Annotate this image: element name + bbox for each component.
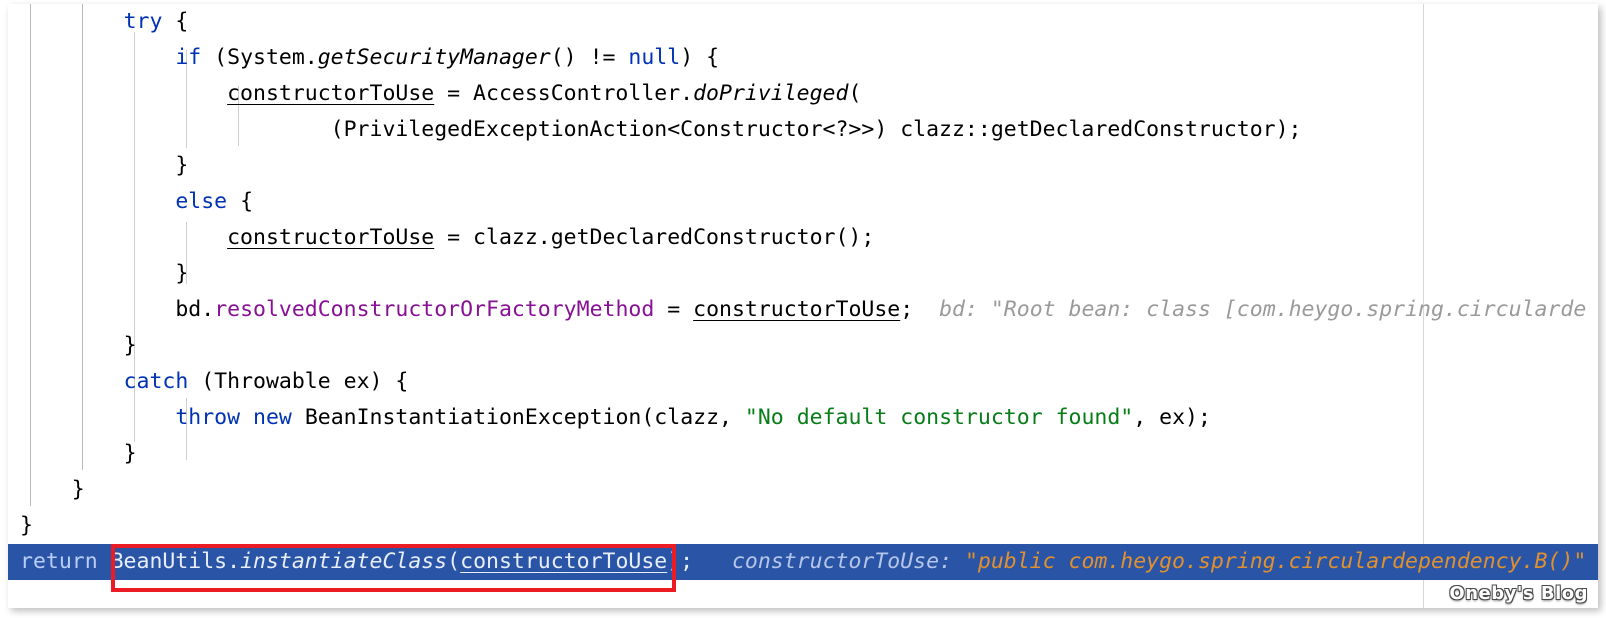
code-token: ) { (680, 45, 720, 70)
code-token: } (175, 153, 189, 178)
code-token: null (628, 45, 681, 70)
code-line[interactable]: if (System.getSecurityManager() != null)… (8, 40, 1598, 76)
code-token: resolvedConstructorOrFactoryMethod (214, 297, 655, 322)
code-line[interactable]: } (8, 256, 1598, 292)
code-line[interactable]: catch (Throwable ex) { (8, 364, 1598, 400)
code-line[interactable]: } (8, 328, 1598, 364)
code-token: constructorToUse (460, 549, 668, 574)
code-token: BeanUtils. (97, 549, 241, 574)
code-token: } (175, 261, 189, 286)
code-token: constructorToUse (227, 81, 435, 106)
code-token: ; (900, 297, 914, 322)
code-token: } (123, 333, 137, 358)
code-token: { (162, 9, 189, 34)
editor-canvas[interactable]: try { if (System.getSecurityManager() !=… (8, 4, 1598, 608)
code-token: bd: "Root bean: class [com.heygo.spring.… (913, 297, 1587, 322)
code-token: "public com.heygo.spring.circulardepende… (964, 549, 1587, 574)
code-line[interactable]: bd.resolvedConstructorOrFactoryMethod = … (8, 292, 1598, 328)
code-line[interactable]: try { (8, 4, 1598, 40)
code-token: bd. (175, 297, 215, 322)
code-token: "No default constructor found" (744, 405, 1134, 430)
code-token: = AccessController. (434, 81, 694, 106)
code-token: constructorToUse: (693, 549, 965, 574)
code-token: } (123, 441, 137, 466)
code-line[interactable]: } (8, 436, 1598, 472)
code-token: constructorToUse (227, 225, 435, 250)
code-token: ); (667, 549, 694, 574)
code-line[interactable]: } (8, 148, 1598, 184)
code-token: else (175, 189, 228, 214)
watermark-label: Oneby's Blog (1449, 583, 1588, 604)
code-token: throw (175, 405, 241, 430)
code-token: = clazz.getDeclaredConstructor(); (434, 225, 875, 250)
code-token: constructorToUse (693, 297, 901, 322)
code-token: ( (447, 549, 461, 574)
code-token: instantiateClass (240, 549, 448, 574)
code-token: } (20, 513, 33, 538)
code-token: ( (848, 81, 862, 106)
code-token: () != (550, 45, 629, 70)
code-line[interactable]: } (8, 508, 1598, 544)
code-token: return (20, 549, 98, 574)
code-token: (PrivilegedExceptionAction<Constructor<?… (330, 117, 1302, 142)
code-token: getSecurityManager (317, 45, 551, 70)
code-token: BeanInstantiationException(clazz, (291, 405, 745, 430)
code-editor-panel[interactable]: try { if (System.getSecurityManager() !=… (8, 4, 1598, 608)
code-line[interactable]: (PrivilegedExceptionAction<Constructor<?… (8, 112, 1598, 148)
code-token: doPrivileged (693, 81, 849, 106)
code-line[interactable]: } (8, 472, 1598, 508)
code-token: } (71, 477, 85, 502)
code-token: if (175, 45, 202, 70)
code-token: , ex); (1133, 405, 1211, 430)
code-token: catch (123, 369, 189, 394)
code-token: new (253, 405, 292, 430)
code-token: = (654, 297, 694, 322)
screenshot-root: try { if (System.getSecurityManager() !=… (0, 0, 1606, 618)
code-token: (Throwable ex) { (188, 369, 409, 394)
code-line[interactable]: constructorToUse = AccessController.doPr… (8, 76, 1598, 112)
code-token: { (227, 189, 254, 214)
code-line[interactable]: else { (8, 184, 1598, 220)
code-line-selected[interactable]: return BeanUtils.instantiateClass(constr… (8, 544, 1598, 580)
code-token: try (123, 9, 163, 34)
code-line[interactable]: constructorToUse = clazz.getDeclaredCons… (8, 220, 1598, 256)
code-token: (System. (201, 45, 318, 70)
code-line[interactable]: throw new BeanInstantiationException(cla… (8, 400, 1598, 436)
